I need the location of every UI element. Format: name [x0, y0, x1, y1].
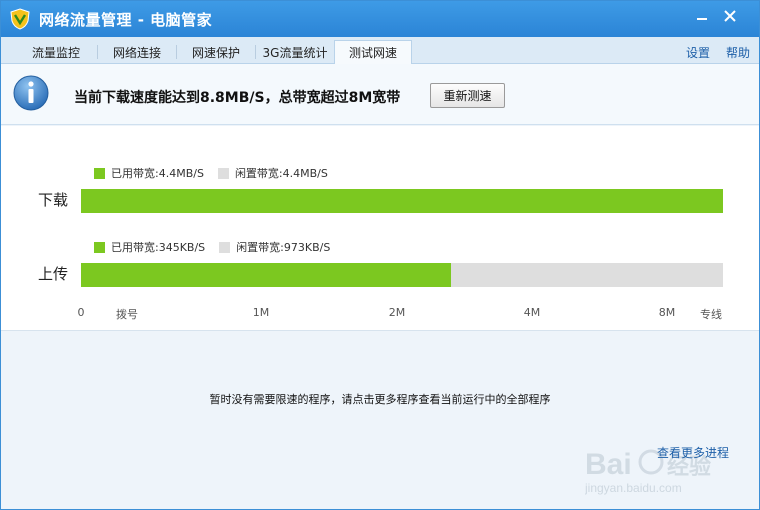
upload-bar — [81, 263, 723, 287]
close-icon — [724, 10, 736, 22]
process-panel: 暂时没有需要限速的程序，请点击更多程序查看当前运行中的全部程序 Bai 经验 j… — [1, 332, 759, 509]
download-label: 下载 — [38, 191, 69, 209]
app-window: 网络流量管理 - 电脑管家 流量监控 网络连接 网速保护 3G流量统计 测试网速… — [0, 0, 760, 510]
axis-tick-0: 0 — [77, 306, 85, 319]
download-legend: 已用带宽:4.4MB/S 闲置带宽:4.4MB/S — [94, 165, 328, 181]
axis-tick-8m: 8M — [658, 306, 676, 319]
idle-swatch — [219, 241, 231, 253]
settings-link[interactable]: 设置 — [686, 44, 710, 61]
axis-tick-2m: 2M — [388, 306, 406, 319]
tab-bar: 流量监控 网络连接 网速保护 3G流量统计 测试网速 设置 帮助 — [1, 37, 759, 65]
upload-legend: 已用带宽:345KB/S 闲置带宽:973KB/S — [94, 239, 330, 255]
tab-traffic-monitor[interactable]: 流量监控 — [15, 40, 97, 64]
speed-result-text: 当前下载速度能达到8.8MB/S，总带宽超过8M宽带 — [74, 90, 401, 106]
view-more-processes-link[interactable]: 查看更多进程 — [657, 444, 729, 461]
tab-speed-protection[interactable]: 网速保护 — [177, 40, 255, 64]
tab-network-connections[interactable]: 网络连接 — [98, 40, 176, 64]
shield-icon — [10, 8, 30, 30]
axis-tick-4m: 4M — [523, 306, 541, 319]
minimize-button[interactable] — [691, 7, 713, 25]
download-used-legend: 已用带宽:4.4MB/S — [111, 167, 204, 180]
tab-3g-stats[interactable]: 3G流量统计 — [256, 40, 334, 64]
axis-tick-1m: 1M — [252, 306, 270, 319]
download-bar — [81, 189, 723, 213]
bandwidth-chart: 已用带宽:4.4MB/S 闲置带宽:4.4MB/S 下载 已用带宽:345KB/… — [1, 126, 759, 331]
svg-text:jingyan.baidu.com: jingyan.baidu.com — [585, 481, 682, 495]
help-link[interactable]: 帮助 — [726, 44, 750, 61]
upload-idle-legend: 闲置带宽:973KB/S — [236, 241, 331, 254]
info-icon — [13, 75, 49, 111]
used-swatch — [94, 241, 105, 253]
close-button[interactable] — [719, 7, 741, 25]
window-title: 网络流量管理 - 电脑管家 — [39, 10, 213, 29]
svg-text:Bai: Bai — [585, 448, 632, 481]
axis-tick-dedicated: 专线 — [700, 308, 722, 321]
axis-tick-dialup: 拨号 — [116, 308, 138, 321]
title-bar: 网络流量管理 - 电脑管家 — [1, 1, 759, 37]
no-limit-message: 暂时没有需要限速的程序，请点击更多程序查看当前运行中的全部程序 — [209, 393, 551, 406]
download-idle-legend: 闲置带宽:4.4MB/S — [234, 167, 328, 180]
upload-label: 上传 — [38, 265, 69, 283]
minimize-icon — [697, 18, 707, 20]
result-banner: 当前下载速度能达到8.8MB/S，总带宽超过8M宽带 重新测速 — [1, 64, 759, 125]
retest-button[interactable]: 重新测速 — [430, 83, 505, 108]
idle-swatch — [217, 167, 229, 179]
download-used-fill — [81, 189, 723, 213]
upload-used-fill — [81, 263, 451, 287]
tab-speed-test[interactable]: 测试网速 — [334, 40, 412, 65]
used-swatch — [94, 167, 105, 179]
upload-used-legend: 已用带宽:345KB/S — [111, 241, 206, 254]
